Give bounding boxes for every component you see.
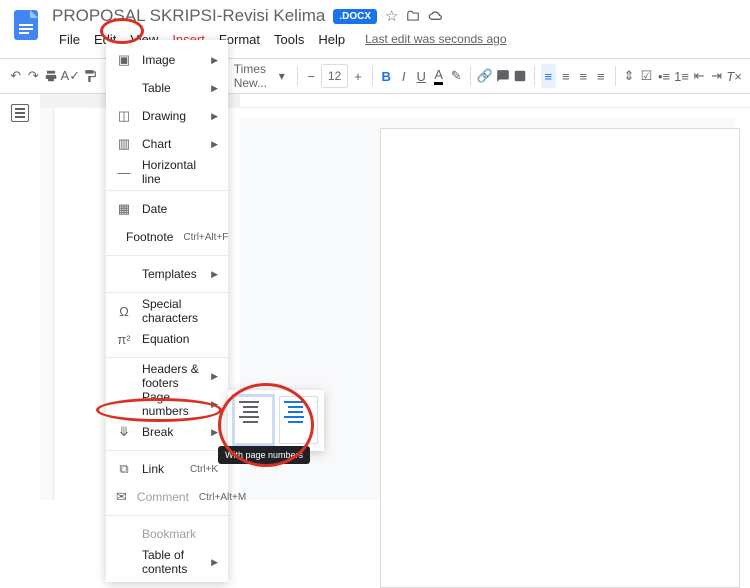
star-icon[interactable]: ☆ [385,7,398,25]
menu-item-chart[interactable]: ▥Chart▶ [106,130,228,158]
cloud-icon[interactable] [428,10,444,22]
image-icon: ▣ [116,52,132,68]
clear-format-icon[interactable]: T× [726,64,742,88]
menu-item-headers[interactable]: Headers & footers▶ [106,362,228,390]
italic-icon[interactable]: I [396,64,412,88]
doc-title[interactable]: PROPOSAL SKRIPSI-Revisi Kelima [52,6,325,26]
toc-with-page-numbers[interactable] [234,396,273,444]
insert-menu: ▣Image▶ Table▶ ◫Drawing▶ ▥Chart▶ —Horizo… [106,40,228,582]
menu-item-table[interactable]: Table▶ [106,74,228,102]
omega-icon: Ω [116,303,132,319]
menu-tools[interactable]: Tools [267,28,311,51]
menu-item-footnote[interactable]: FootnoteCtrl+Alt+F [106,223,228,251]
last-edit-link[interactable]: Last edit was seconds ago [358,28,513,51]
menu-item-hline[interactable]: —Horizontal line [106,158,228,186]
calendar-icon: ▦ [116,201,132,217]
chevron-right-icon: ▶ [211,427,218,438]
page[interactable] [380,128,740,588]
indent-inc-icon[interactable]: ⇥ [709,64,725,88]
chevron-right-icon: ▶ [211,111,218,122]
menu-item-templates[interactable]: Templates▶ [106,260,228,288]
menu-item-date[interactable]: ▦Date [106,195,228,223]
menu-item-pagenum[interactable]: Page numbers▶ [106,390,228,418]
toc-with-links[interactable] [279,396,318,444]
align-center-icon[interactable]: ≡ [558,64,574,88]
menu-item-toc[interactable]: Table of contents▶ [106,548,228,576]
comment-icon[interactable] [495,64,511,88]
outline-icon[interactable] [11,104,29,122]
align-justify-icon[interactable]: ≡ [593,64,609,88]
text-color-icon[interactable]: A [431,64,447,88]
indent-dec-icon[interactable]: ⇤ [691,64,707,88]
chevron-right-icon: ▶ [211,269,218,280]
menu-item-drawing[interactable]: ◫Drawing▶ [106,102,228,130]
spellcheck-icon[interactable]: A✓ [61,64,81,88]
hline-icon: — [116,164,132,180]
align-right-icon[interactable]: ≡ [576,64,592,88]
link-icon[interactable]: 🔗 [477,64,493,88]
chevron-right-icon: ▶ [211,83,218,94]
outline-panel [0,94,40,500]
image-icon[interactable] [512,64,528,88]
chart-icon: ▥ [116,136,132,152]
chevron-right-icon: ▶ [211,557,218,568]
chevron-right-icon: ▶ [211,399,218,410]
docx-badge: .DOCX [333,9,377,24]
toc-submenu [228,390,324,451]
pi-icon: π² [116,331,132,347]
menu-item-bookmark[interactable]: Bookmark [106,520,228,548]
menu-item-break[interactable]: ⤋Break▶ [106,418,228,446]
comment-icon: ✉ [116,489,127,505]
vertical-ruler[interactable] [40,108,54,500]
font-inc-icon[interactable]: + [350,64,366,88]
chevron-right-icon: ▶ [211,139,218,150]
undo-icon[interactable]: ↶ [8,64,24,88]
font-size-input[interactable]: 12 [321,64,348,88]
font-dec-icon[interactable]: − [303,64,319,88]
font-select[interactable]: Times New...▾ [228,64,291,88]
number-list-icon[interactable]: 1≡ [674,64,690,88]
bold-icon[interactable]: B [378,64,394,88]
paint-icon[interactable] [82,64,98,88]
break-icon: ⤋ [116,424,132,440]
move-icon[interactable] [406,9,420,23]
docs-logo[interactable] [8,6,44,42]
align-left-icon[interactable]: ≡ [541,64,557,88]
highlight-icon[interactable]: ✎ [449,64,465,88]
bullet-list-icon[interactable]: •≡ [656,64,672,88]
menu-item-comment[interactable]: ✉CommentCtrl+Alt+M [106,483,228,511]
print-icon[interactable] [43,64,59,88]
chevron-right-icon: ▶ [211,371,218,382]
menu-item-link[interactable]: ⧉LinkCtrl+K [106,455,228,483]
menu-help[interactable]: Help [311,28,352,51]
drawing-icon: ◫ [116,108,132,124]
chevron-right-icon: ▶ [211,55,218,66]
line-spacing-icon[interactable]: ⇕ [621,64,637,88]
menu-item-special[interactable]: ΩSpecial characters [106,297,228,325]
tooltip: With page numbers [218,446,310,464]
redo-icon[interactable]: ↷ [26,64,42,88]
link-icon: ⧉ [116,461,132,477]
checklist-icon[interactable]: ☑ [639,64,655,88]
menu-item-image[interactable]: ▣Image▶ [106,46,228,74]
menu-file[interactable]: File [52,28,87,51]
underline-icon[interactable]: U [413,64,429,88]
menu-item-equation[interactable]: π²Equation [106,325,228,353]
